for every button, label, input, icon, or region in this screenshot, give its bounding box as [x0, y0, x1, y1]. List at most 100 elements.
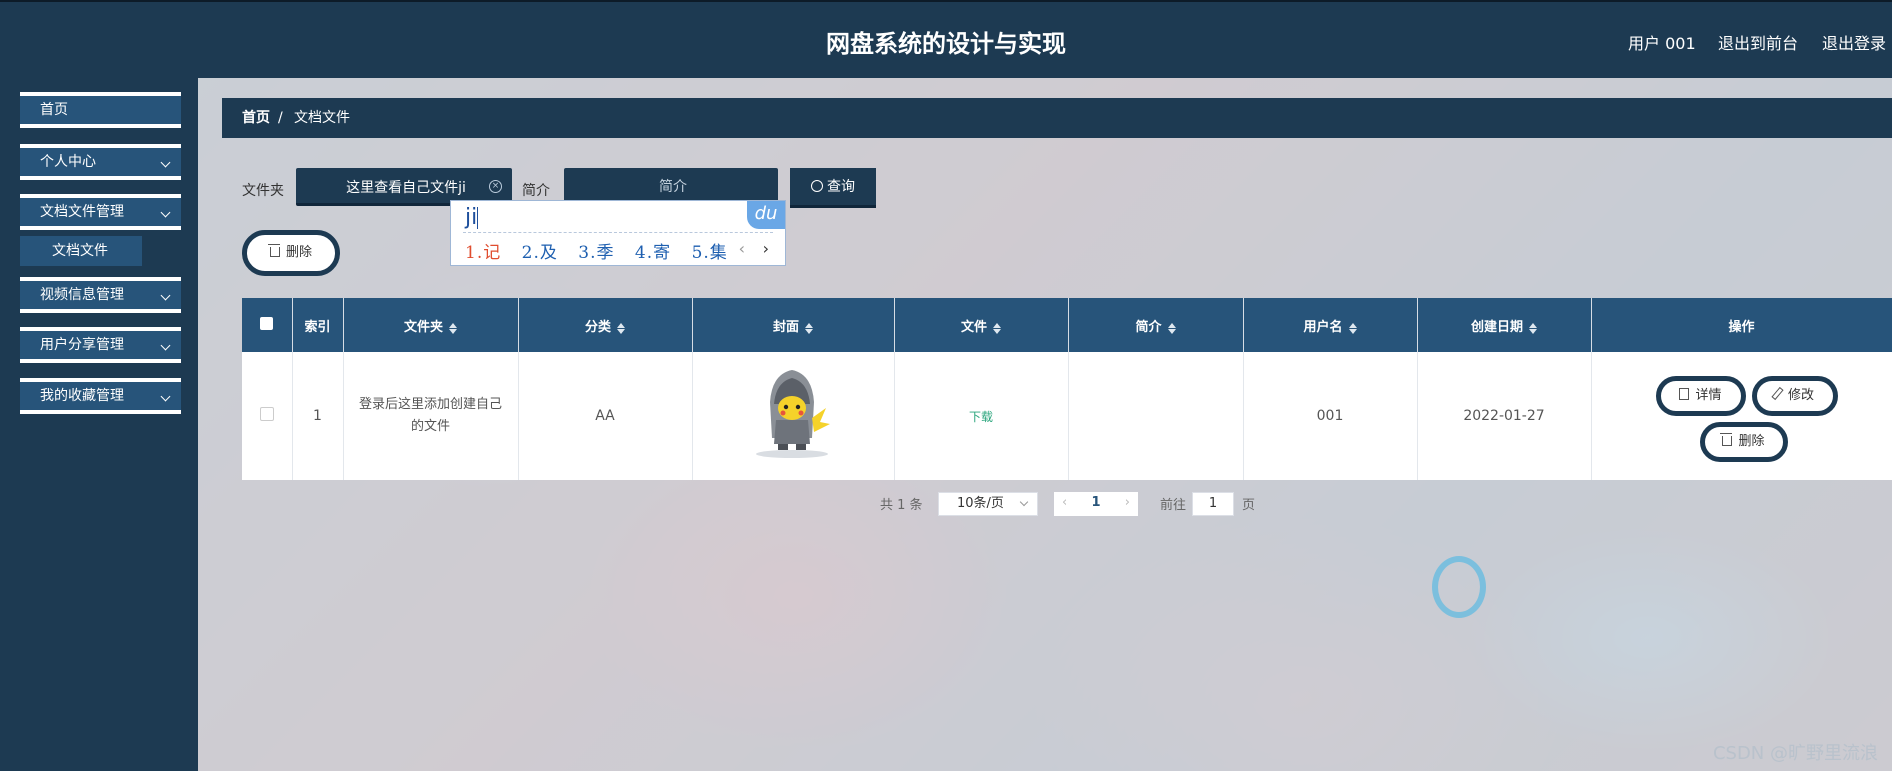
sidebar-item-label: 用户分享管理 — [40, 337, 124, 353]
sidebar-item-document-management[interactable]: 文档文件管理 — [20, 194, 181, 230]
pencil-icon — [1771, 386, 1784, 401]
query-button[interactable]: 查询 — [790, 168, 876, 208]
current-page-number[interactable]: 1 — [1091, 495, 1100, 510]
chevron-down-icon — [160, 207, 171, 218]
ime-next-icon[interactable]: › — [763, 239, 769, 258]
select-all-checkbox[interactable] — [260, 316, 274, 330]
ime-candidate[interactable]: 2.及 — [522, 243, 558, 263]
bulk-delete-button[interactable]: 删除 — [242, 230, 340, 276]
prev-page-icon[interactable]: ‹ — [1062, 492, 1067, 514]
chevron-down-icon — [160, 290, 171, 301]
ime-composition: ji — [465, 205, 479, 230]
breadcrumb-home[interactable]: 首页 — [242, 98, 270, 138]
column-header-folder[interactable]: 文件夹 — [343, 298, 519, 352]
sort-icon[interactable] — [617, 322, 625, 334]
sort-icon[interactable] — [993, 322, 1001, 334]
sidebar-item-home[interactable]: 首页 — [20, 92, 181, 128]
page-navigator: ‹ 1 › — [1054, 492, 1138, 516]
sort-icon[interactable] — [1167, 322, 1176, 334]
cell-folder: 登录后这里添加创建自己的文件 — [343, 352, 519, 480]
column-header-category[interactable]: 分类 — [518, 298, 693, 352]
trash-icon — [1720, 433, 1733, 446]
cell-created: 2022-01-27 — [1417, 352, 1592, 480]
edit-button[interactable]: 修改 — [1751, 376, 1838, 416]
sort-icon[interactable] — [1529, 322, 1537, 334]
row-delete-button[interactable]: 删除 — [1699, 422, 1788, 462]
ime-caret — [477, 207, 479, 229]
ime-prev-icon[interactable]: ‹ — [739, 239, 745, 258]
chevron-down-icon — [160, 391, 171, 402]
cell-index: 1 — [292, 352, 344, 480]
cell-category: AA — [518, 352, 693, 480]
column-header-index: 索引 — [292, 298, 344, 352]
row-checkbox[interactable] — [259, 407, 274, 421]
sidebar-item-share-management[interactable]: 用户分享管理 — [20, 327, 181, 363]
column-header-file[interactable]: 文件 — [894, 298, 1069, 352]
cell-intro — [1068, 352, 1244, 480]
ime-candidate-list: 1.记 2.及 3.季 4.寄 5.集 — [465, 238, 742, 263]
sidebar-subitem-documents[interactable]: 文档文件 — [20, 236, 142, 266]
intro-label: 简介 — [522, 183, 550, 199]
detail-button[interactable]: 详情 — [1655, 376, 1746, 416]
cell-username: 001 — [1243, 352, 1418, 480]
page-size-select[interactable]: 10条/页 — [938, 492, 1038, 516]
column-header-created[interactable]: 创建日期 — [1417, 298, 1592, 352]
cell-actions: 详情 修改 删除 — [1591, 352, 1892, 480]
pagination-total: 共 1 条 — [880, 498, 923, 513]
exit-to-front-link[interactable]: 退出到前台 — [1718, 30, 1798, 54]
breadcrumb-separator: / — [278, 110, 283, 126]
chevron-down-icon — [160, 340, 171, 351]
sidebar-item-label: 个人中心 — [40, 154, 96, 170]
sort-icon[interactable] — [805, 322, 813, 334]
chevron-down-icon — [160, 157, 171, 168]
row-delete-label: 删除 — [1738, 434, 1765, 449]
query-button-label: 查询 — [827, 179, 855, 195]
app-title: 网盘系统的设计与实现 — [826, 30, 1066, 58]
ime-logo: du — [747, 201, 785, 229]
sidebar — [0, 78, 198, 771]
sidebar-item-label: 文档文件管理 — [40, 204, 124, 220]
cover-thumbnail-image[interactable] — [750, 368, 836, 460]
column-header-cover[interactable]: 封面 — [692, 298, 895, 352]
trash-icon — [267, 244, 280, 257]
ime-candidate[interactable]: 4.寄 — [635, 243, 671, 263]
ime-candidate[interactable]: 5.集 — [692, 243, 728, 263]
cell-cover — [692, 352, 895, 480]
goto-label: 前往 — [1160, 498, 1187, 513]
select-all-header[interactable] — [242, 298, 293, 352]
column-header-intro[interactable]: 简介 — [1068, 298, 1244, 352]
clear-icon[interactable]: × — [489, 180, 502, 193]
table-row: 1 登录后这里添加创建自己的文件 AA 下载 001 2022-01-27 详情… — [242, 352, 1892, 480]
sidebar-item-label: 首页 — [40, 102, 68, 118]
detail-button-label: 详情 — [1695, 388, 1722, 403]
download-link[interactable]: 下载 — [969, 410, 993, 424]
cell-file: 下载 — [894, 352, 1069, 480]
watermark: CSDN @旷野里流浪 — [1712, 743, 1878, 764]
search-icon — [811, 180, 823, 192]
folder-label: 文件夹 — [242, 183, 284, 199]
sidebar-item-video-management[interactable]: 视频信息管理 — [20, 277, 181, 313]
logout-link[interactable]: 退出登录 — [1822, 30, 1886, 54]
sidebar-item-label: 文档文件 — [52, 243, 108, 259]
ime-divider — [463, 232, 773, 233]
sidebar-item-favorites-management[interactable]: 我的收藏管理 — [20, 378, 181, 414]
document-icon — [1679, 388, 1690, 400]
next-page-icon[interactable]: › — [1125, 492, 1130, 514]
ime-candidate[interactable]: 1.记 — [465, 243, 501, 263]
goto-page-input[interactable]: 1 — [1192, 492, 1234, 516]
breadcrumb-current: 文档文件 — [294, 110, 350, 126]
ime-candidate[interactable]: 3.季 — [578, 243, 614, 263]
column-header-username[interactable]: 用户名 — [1243, 298, 1418, 352]
breadcrumb: 首页 / 文档文件 — [222, 98, 1892, 138]
ime-candidate-popup: ji 1.记 2.及 3.季 4.寄 5.集 ‹ › du — [450, 200, 786, 266]
sort-icon[interactable] — [1348, 322, 1357, 334]
sidebar-item-personal-center[interactable]: 个人中心 — [20, 144, 181, 180]
user-label[interactable]: 用户 001 — [1628, 30, 1696, 54]
sidebar-item-label: 我的收藏管理 — [40, 388, 124, 404]
edit-button-label: 修改 — [1787, 388, 1814, 403]
sort-icon[interactable] — [449, 322, 457, 334]
top-header: 网盘系统的设计与实现 用户 001 退出到前台 退出登录 — [0, 0, 1892, 78]
chevron-down-icon — [1019, 497, 1029, 507]
documents-table: 索引 文件夹 分类 封面 文件 简介 用户名 创建日期 操作 1 登录后这里添加… — [242, 298, 1892, 480]
page-size-value: 10条/页 — [957, 496, 1004, 511]
